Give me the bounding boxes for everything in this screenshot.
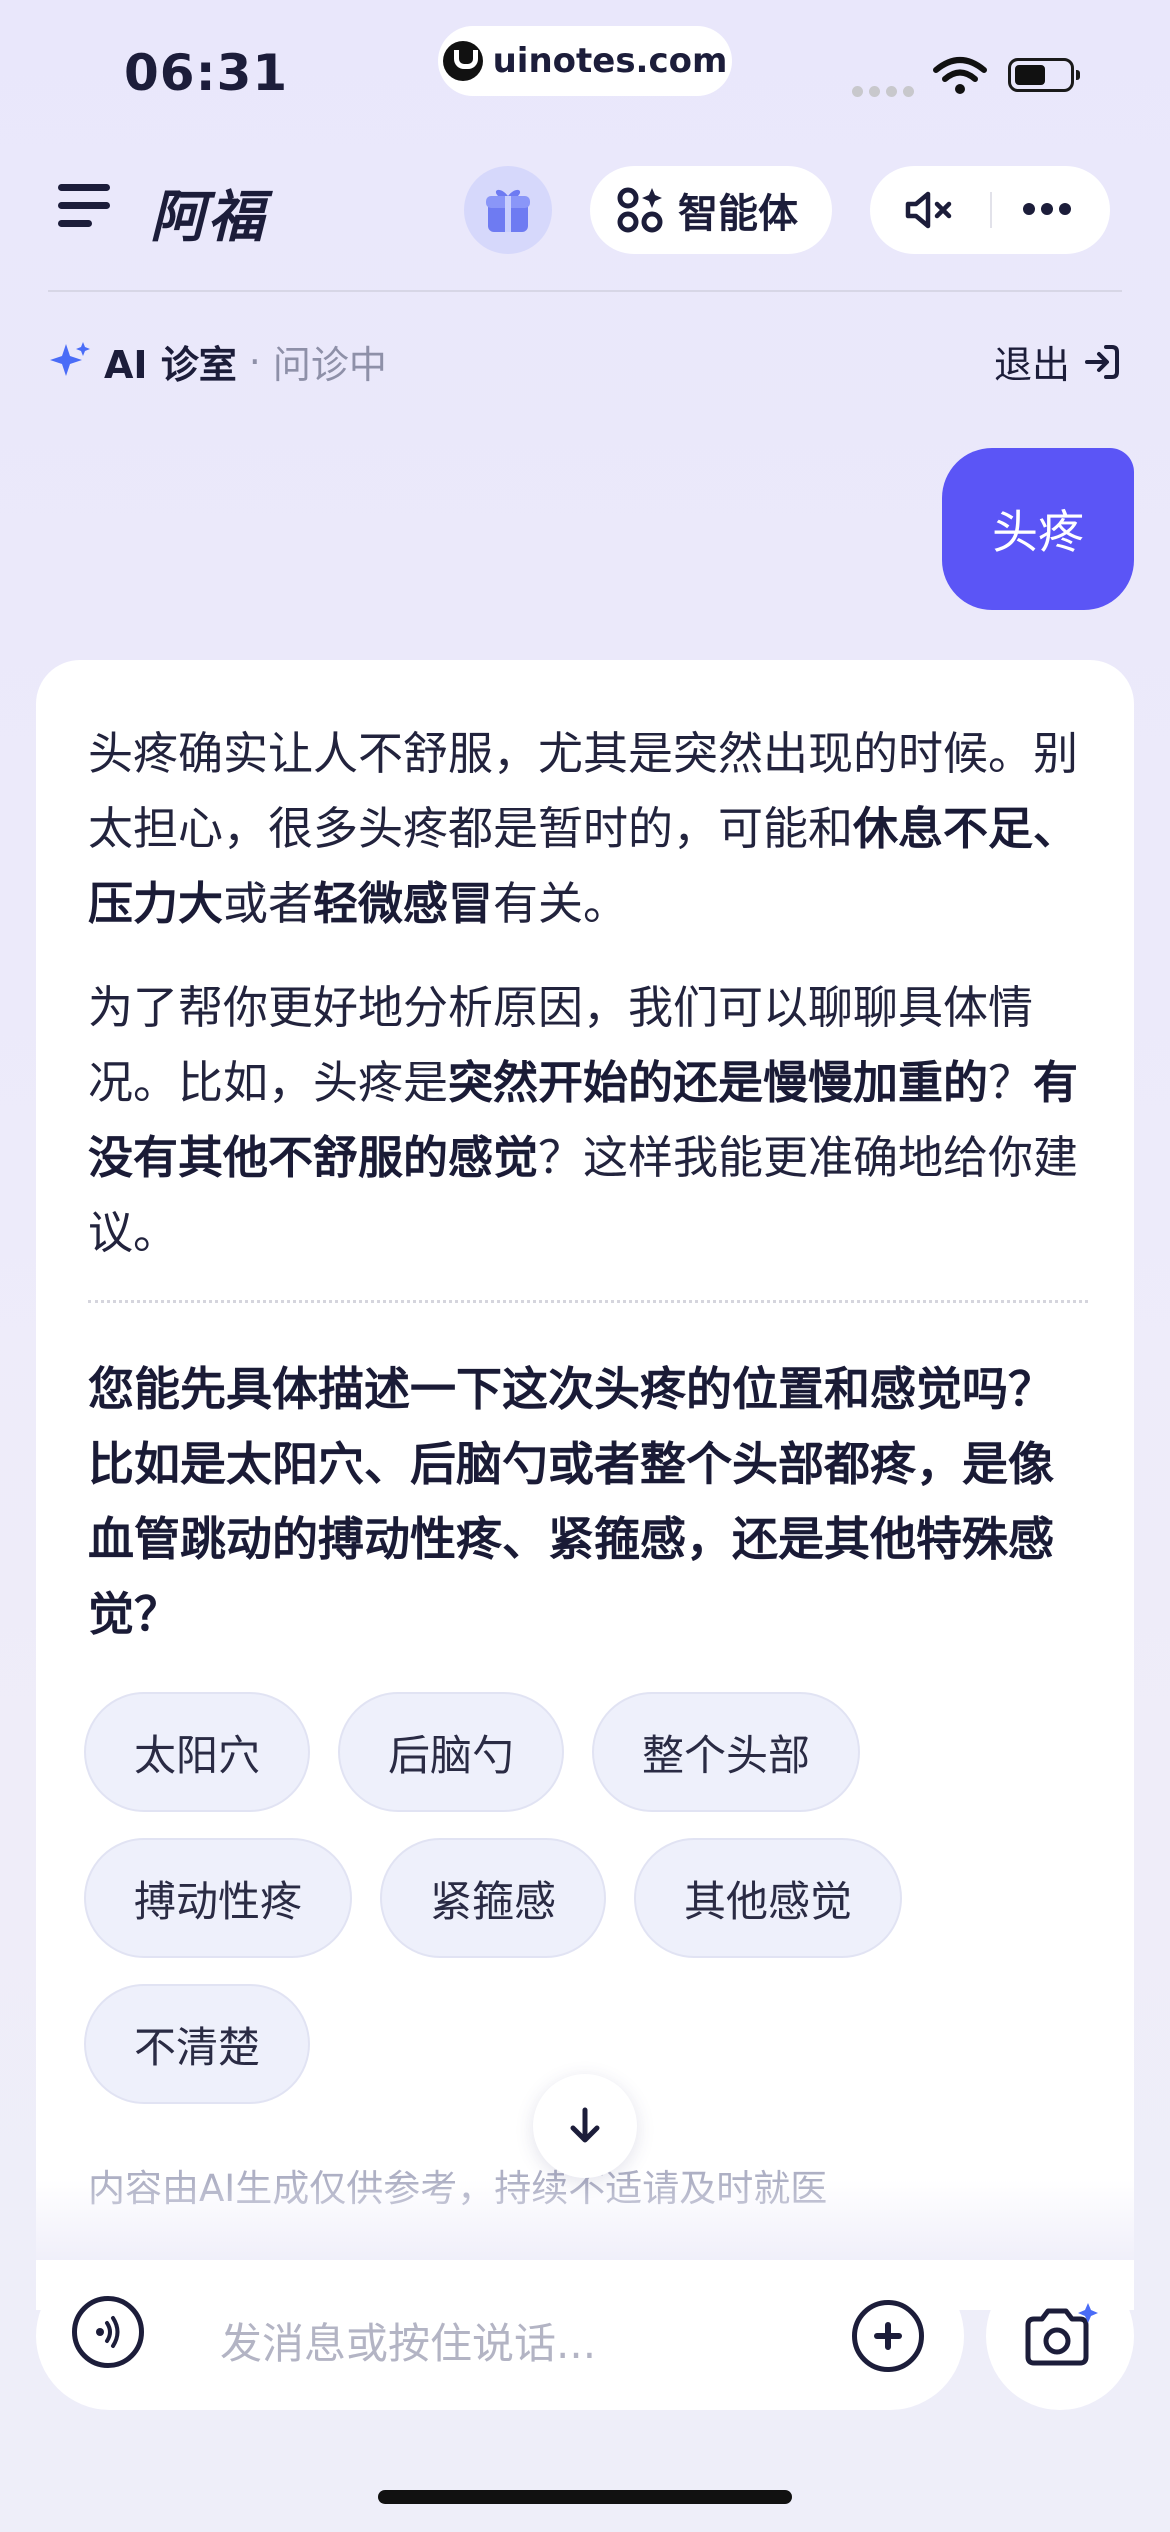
clinic-status: 问诊中 bbox=[272, 343, 387, 387]
user-message-bubble: 头疼 bbox=[942, 448, 1134, 610]
menu-icon[interactable] bbox=[58, 184, 110, 228]
scroll-to-bottom-button[interactable] bbox=[533, 2074, 637, 2178]
message-input-bar[interactable]: 发消息或按住说话... bbox=[36, 2262, 964, 2410]
answer-highlight: 休息不足 bbox=[853, 802, 1034, 855]
plus-icon[interactable] bbox=[852, 2300, 924, 2372]
option-chip[interactable]: 后脑勺 bbox=[338, 1692, 565, 1812]
voice-button[interactable] bbox=[72, 2296, 144, 2368]
exit-icon bbox=[1085, 344, 1119, 379]
battery-icon bbox=[1008, 58, 1080, 92]
agent-button[interactable]: 智能体 bbox=[590, 166, 832, 254]
answer-separator bbox=[88, 1300, 1088, 1303]
url-text: uinotes.com bbox=[492, 41, 728, 81]
clinic-separator: · bbox=[248, 339, 261, 384]
answer-paragraph-2: 为了帮你更好地分析原因，我们可以聊聊具体情况。比如，头疼是突然开始的还是慢慢加重… bbox=[88, 970, 1098, 1270]
quick-reply-options: 太阳穴 后脑勺 整个头部 搏动性疼 紧箍感 其他感觉 不清楚 bbox=[84, 1692, 1094, 2104]
answer-text: ？ bbox=[988, 1056, 1034, 1109]
answer-text: 或者 bbox=[223, 877, 314, 930]
camera-icon bbox=[1025, 2303, 1098, 2366]
follow-up-question: 您能先具体描述一下这次头疼的位置和感觉吗？比如是太阳穴、后脑勺或者整个头部都疼，… bbox=[88, 1362, 1054, 1641]
option-chip[interactable]: 其他感觉 bbox=[634, 1838, 903, 1958]
header-actions bbox=[870, 166, 1110, 254]
option-chip[interactable]: 不清楚 bbox=[84, 1984, 311, 2104]
option-chip[interactable]: 搏动性疼 bbox=[84, 1838, 353, 1958]
exit-label: 退出 bbox=[993, 343, 1070, 387]
gift-icon bbox=[486, 189, 530, 232]
option-chip[interactable]: 紧箍感 bbox=[380, 1838, 607, 1958]
answer-highlight: 压力大 bbox=[88, 877, 224, 930]
answer-text: 有关。 bbox=[493, 877, 629, 930]
answer-highlight: 、 bbox=[1033, 802, 1079, 855]
url-pill[interactable]: uinotes.com bbox=[438, 26, 732, 96]
bottom-fade bbox=[36, 2180, 1134, 2260]
ai-answer-card: 头疼确实让人不舒服，尤其是突然出现的时候。别太担心，很多头疼都是暂时的，可能和休… bbox=[36, 660, 1134, 2310]
clinic-bar: AI 诊室 · 问诊中 bbox=[48, 334, 387, 389]
arrow-down-icon bbox=[570, 2107, 600, 2143]
answer-highlight: 轻微感冒 bbox=[313, 877, 494, 930]
agent-icon bbox=[617, 187, 663, 233]
gift-button[interactable] bbox=[464, 166, 552, 254]
agent-label: 智能体 bbox=[678, 191, 798, 237]
header-divider bbox=[48, 290, 1122, 292]
home-indicator bbox=[378, 2490, 792, 2504]
more-icon[interactable] bbox=[1022, 202, 1072, 216]
exit-button[interactable]: 退出 bbox=[994, 334, 1122, 389]
clinic-name: AI 诊室 bbox=[104, 343, 237, 387]
site-logo-icon bbox=[442, 41, 483, 81]
user-message-text: 头疼 bbox=[992, 505, 1084, 559]
answer-paragraph-1: 头疼确实让人不舒服，尤其是突然出现的时候。别太担心，很多头疼都是暂时的，可能和休… bbox=[88, 716, 1098, 941]
message-input-placeholder[interactable]: 发消息或按住说话... bbox=[220, 2310, 596, 2371]
status-time: 06:31 bbox=[124, 44, 289, 102]
wifi-icon bbox=[933, 57, 987, 94]
app-title: 阿福 bbox=[150, 185, 266, 250]
option-chip[interactable]: 整个头部 bbox=[592, 1692, 861, 1812]
option-chip[interactable]: 太阳穴 bbox=[84, 1692, 311, 1812]
voice-icon bbox=[96, 2316, 120, 2348]
cellular-signal-icon bbox=[852, 86, 914, 97]
mute-icon[interactable] bbox=[904, 190, 956, 230]
answer-highlight: 突然开始的还是慢慢加重的 bbox=[448, 1056, 989, 1109]
camera-button[interactable] bbox=[986, 2262, 1134, 2410]
sparkle-icon bbox=[50, 341, 90, 376]
